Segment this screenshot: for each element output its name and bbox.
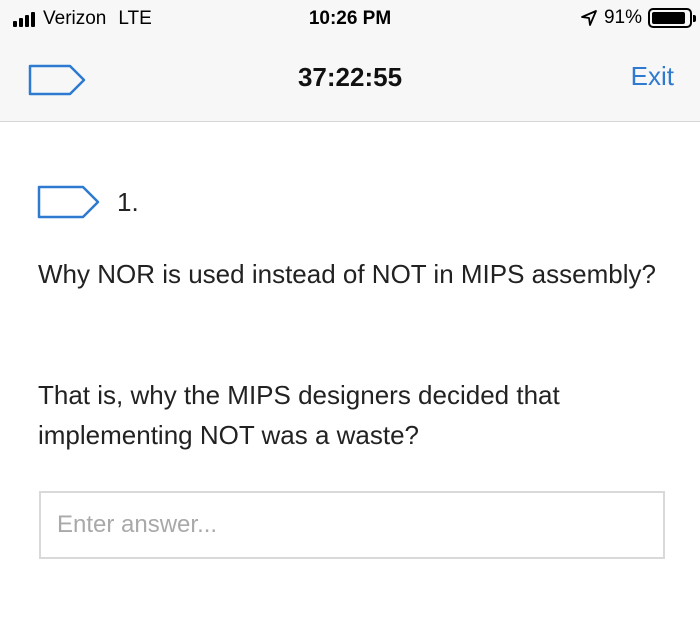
location-arrow-icon	[581, 10, 597, 26]
battery-percent: 91%	[603, 7, 642, 28]
question-number: 1.	[117, 186, 139, 217]
battery-fill	[652, 12, 685, 24]
status-right: 91%	[580, 7, 696, 29]
exit-button[interactable]: Exit	[631, 61, 674, 92]
battery-tip	[693, 15, 696, 22]
status-bar: Verizon LTE 10:26 PM 91%	[0, 0, 700, 40]
question-header: 1.	[37, 184, 139, 220]
exam-timer: 37:22:55	[297, 62, 403, 92]
question-text: Why NOR is used instead of NOT in MIPS a…	[38, 259, 656, 289]
nav-bar: 37:22:55 Exit	[0, 40, 700, 122]
question-followup: That is, why the MIPS designers decided …	[38, 380, 560, 450]
battery-icon	[648, 8, 696, 28]
bookmark-flag-icon[interactable]	[37, 184, 101, 220]
answer-input[interactable]	[39, 491, 665, 559]
